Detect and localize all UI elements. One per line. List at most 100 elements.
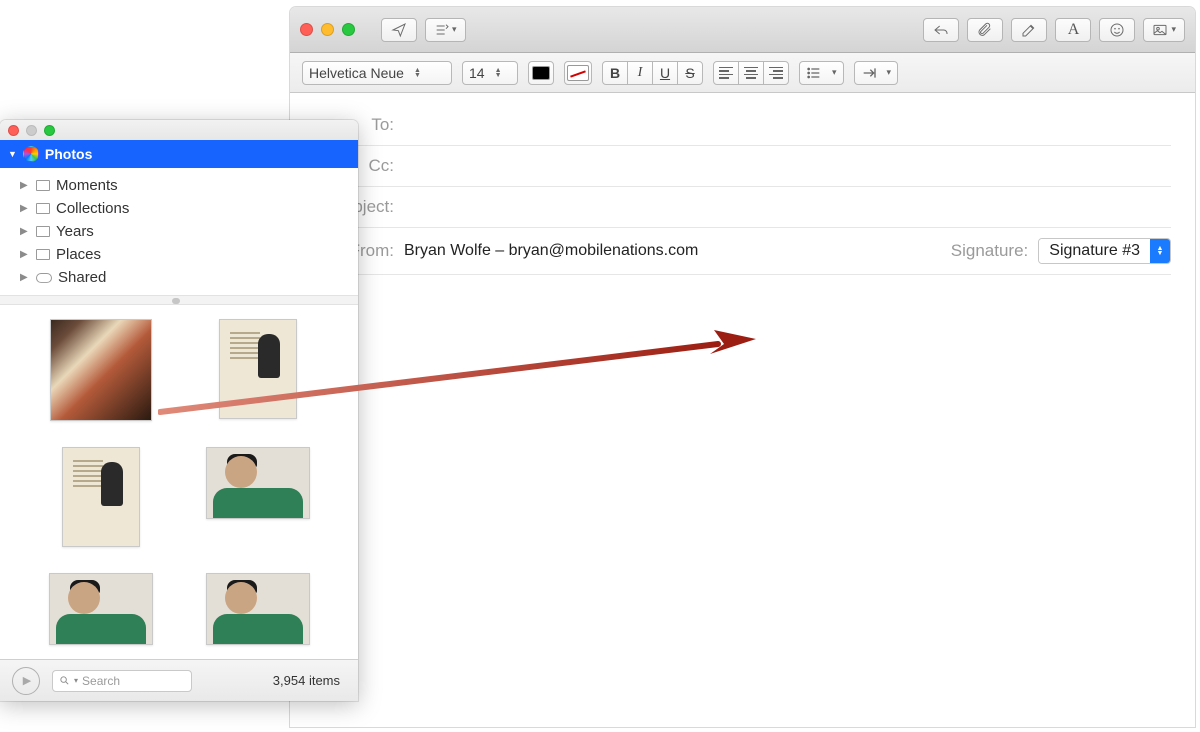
signature-label: Signature:	[951, 241, 1029, 261]
list-style-button[interactable]: ▾	[799, 61, 844, 85]
folder-icon	[36, 203, 50, 214]
photo-icon	[1152, 22, 1168, 38]
folder-icon	[36, 180, 50, 191]
window-controls	[300, 23, 355, 36]
disclosure-triangle-icon: ▼	[8, 149, 17, 159]
close-window-button[interactable]	[300, 23, 313, 36]
photo-thumbnail[interactable]	[219, 319, 297, 419]
photo-thumbnail[interactable]	[62, 447, 140, 547]
from-row: From: Bryan Wolfe – bryan@mobilenations.…	[314, 228, 1171, 275]
reply-arrow-icon	[933, 22, 949, 38]
no-background-swatch-icon	[567, 65, 589, 81]
to-row[interactable]: To:	[314, 105, 1171, 146]
tree-scrollbar[interactable]	[0, 295, 358, 305]
source-tree: ▶ Moments ▶ Collections ▶ Years ▶ Places…	[0, 168, 358, 295]
send-button[interactable]	[381, 18, 417, 42]
list-dropdown-icon	[434, 22, 450, 38]
align-right-icon	[769, 65, 783, 81]
strikethrough-button[interactable]: S	[677, 61, 703, 85]
photo-browser-panel: ▼ Photos ▶ Moments ▶ Collections ▶ Years…	[0, 120, 358, 701]
subject-row[interactable]: Subject:	[314, 187, 1171, 228]
font-family-value: Helvetica Neue	[309, 65, 404, 81]
source-row-photos[interactable]: ▼ Photos	[0, 140, 358, 168]
align-left-button[interactable]	[713, 61, 739, 85]
mail-compose-window: ▾ A ▾ Helvetica	[290, 7, 1195, 727]
photo-browser-button[interactable]: ▾	[1143, 18, 1185, 42]
mail-toolbar: ▾ A ▾	[290, 7, 1195, 53]
background-color-button[interactable]	[564, 61, 592, 85]
paperclip-icon	[977, 22, 993, 38]
search-icon	[59, 675, 70, 686]
tree-item-years[interactable]: ▶ Years	[20, 220, 358, 243]
tree-item-label: Years	[56, 223, 94, 240]
tree-item-moments[interactable]: ▶ Moments	[20, 174, 358, 197]
play-icon: ▶	[23, 674, 31, 687]
markup-pen-icon	[1021, 22, 1037, 38]
text-style-segment: B I U S	[602, 61, 703, 85]
show-format-bar-button[interactable]: A	[1055, 18, 1091, 42]
alignment-segment	[713, 61, 789, 85]
search-placeholder: Search	[82, 674, 120, 688]
align-center-button[interactable]	[738, 61, 764, 85]
bullet-list-icon	[806, 65, 822, 81]
stepper-icon: ▲▼	[495, 68, 502, 78]
format-letter-icon: A	[1068, 21, 1080, 39]
emoji-button[interactable]	[1099, 18, 1135, 42]
indent-right-icon	[861, 65, 877, 81]
slideshow-play-button[interactable]: ▶	[12, 667, 40, 695]
format-bar: Helvetica Neue ▲▼ 14 ▲▼ B I U S ▾	[290, 53, 1195, 93]
tree-item-places[interactable]: ▶ Places	[20, 243, 358, 266]
photo-thumbnail[interactable]	[50, 319, 152, 421]
compose-headers: To: Cc: Subject: From: Bryan Wolfe – bry…	[290, 93, 1195, 275]
font-size-select[interactable]: 14 ▲▼	[462, 61, 518, 85]
panel-zoom-button[interactable]	[44, 125, 55, 136]
font-size-value: 14	[469, 65, 485, 81]
panel-close-button[interactable]	[8, 125, 19, 136]
font-family-select[interactable]: Helvetica Neue ▲▼	[302, 61, 452, 85]
thumbnail-grid	[0, 305, 358, 659]
markup-button[interactable]	[1011, 18, 1047, 42]
tree-item-label: Places	[56, 246, 101, 263]
bold-button[interactable]: B	[602, 61, 628, 85]
zoom-window-button[interactable]	[342, 23, 355, 36]
disclosure-triangle-icon: ▶	[20, 226, 30, 237]
header-fields-button[interactable]: ▾	[425, 18, 466, 42]
photo-thumbnail[interactable]	[49, 573, 153, 645]
italic-button[interactable]: I	[627, 61, 653, 85]
align-center-icon	[744, 65, 758, 81]
from-value[interactable]: Bryan Wolfe – bryan@mobilenations.com	[404, 242, 698, 260]
panel-titlebar	[0, 120, 358, 140]
cc-row[interactable]: Cc:	[314, 146, 1171, 187]
disclosure-triangle-icon: ▶	[20, 249, 30, 260]
signature-select[interactable]: Signature #3 ▲▼	[1038, 238, 1171, 264]
align-right-button[interactable]	[763, 61, 789, 85]
search-input[interactable]: ▾ Search	[52, 670, 192, 692]
reply-button[interactable]	[923, 18, 959, 42]
folder-icon	[36, 249, 50, 260]
select-arrows-icon: ▲▼	[1150, 239, 1170, 263]
photos-app-icon	[23, 146, 39, 162]
item-count-label: 3,954 items	[273, 673, 346, 688]
smiley-icon	[1109, 22, 1125, 38]
indent-button[interactable]: ▾	[854, 61, 899, 85]
attach-button[interactable]	[967, 18, 1003, 42]
folder-icon	[36, 226, 50, 237]
text-color-swatch	[532, 66, 550, 80]
signature-value: Signature #3	[1039, 239, 1150, 263]
disclosure-triangle-icon: ▶	[20, 180, 30, 191]
photo-thumbnail[interactable]	[206, 573, 310, 645]
tree-item-label: Collections	[56, 200, 129, 217]
align-left-icon	[719, 65, 733, 81]
panel-footer: ▶ ▾ Search 3,954 items	[0, 659, 358, 701]
panel-minimize-button	[26, 125, 37, 136]
tree-item-label: Moments	[56, 177, 118, 194]
tree-item-collections[interactable]: ▶ Collections	[20, 197, 358, 220]
minimize-window-button[interactable]	[321, 23, 334, 36]
paper-plane-icon	[391, 22, 407, 38]
photo-thumbnail[interactable]	[206, 447, 310, 519]
stepper-icon: ▲▼	[414, 68, 421, 78]
text-color-button[interactable]	[528, 61, 554, 85]
disclosure-triangle-icon: ▶	[20, 203, 30, 214]
underline-button[interactable]: U	[652, 61, 678, 85]
source-label: Photos	[45, 146, 92, 162]
